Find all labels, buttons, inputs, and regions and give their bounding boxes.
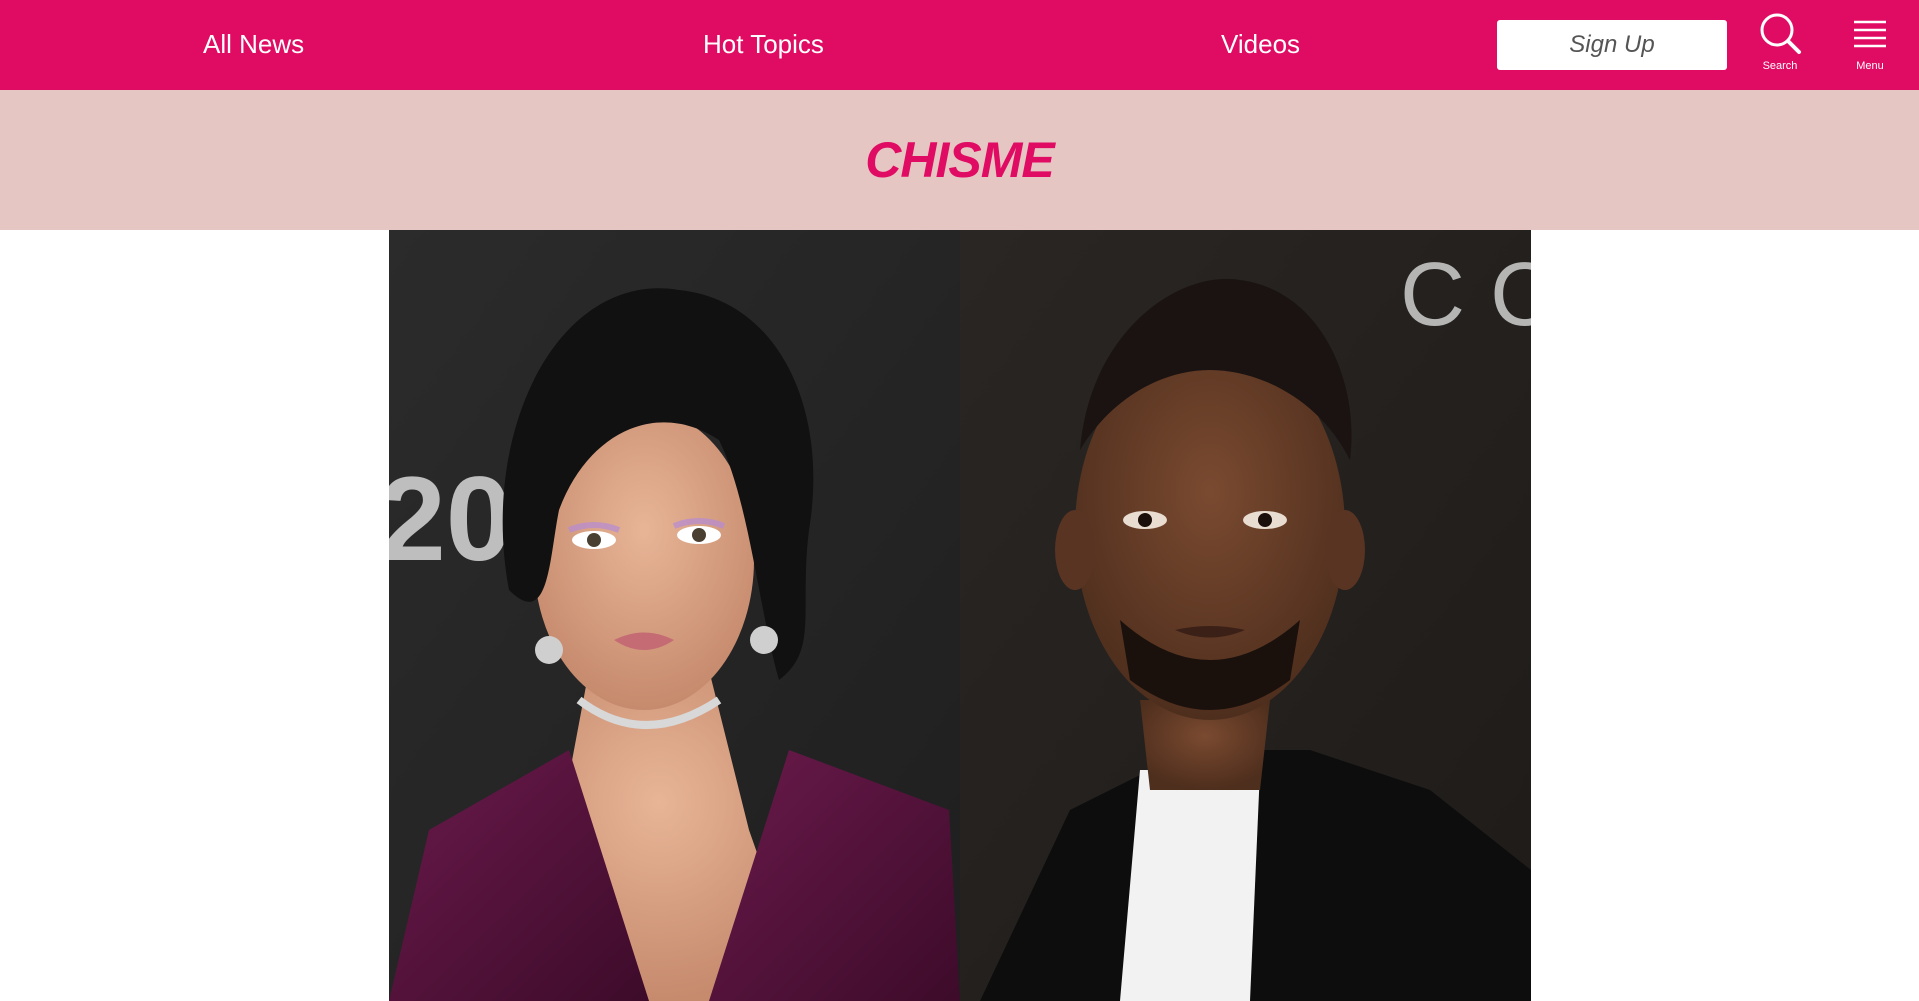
hero-left-photo-graphic: 20: [389, 230, 960, 1001]
top-navigation-bar: All News Hot Topics Videos Sign Up Searc…: [0, 0, 1919, 90]
sign-up-button[interactable]: Sign Up: [1497, 20, 1727, 70]
hero-right-photo-graphic: C C: [960, 230, 1531, 1001]
menu-button[interactable]: Menu: [1835, 12, 1905, 78]
hero-image-left-photo: 20: [389, 230, 960, 1001]
search-caption: Search: [1762, 60, 1798, 72]
hero-image[interactable]: 20 C C: [389, 230, 1531, 1001]
section-title: CHISME: [865, 132, 1054, 188]
search-button[interactable]: Search: [1745, 12, 1815, 78]
nav-link-all-news[interactable]: All News: [203, 27, 304, 61]
svg-text:20: 20: [389, 452, 512, 586]
search-icon: [1760, 13, 1801, 54]
nav-link-videos[interactable]: Videos: [1221, 27, 1300, 61]
menu-caption: Menu: [1856, 60, 1884, 72]
nav-link-hot-topics[interactable]: Hot Topics: [703, 27, 824, 61]
section-header: CHISME: [0, 90, 1919, 230]
hamburger-menu-icon: [1854, 20, 1886, 48]
svg-text:C C: C C: [1400, 245, 1531, 345]
hero-image-right-photo: C C: [960, 230, 1531, 1001]
